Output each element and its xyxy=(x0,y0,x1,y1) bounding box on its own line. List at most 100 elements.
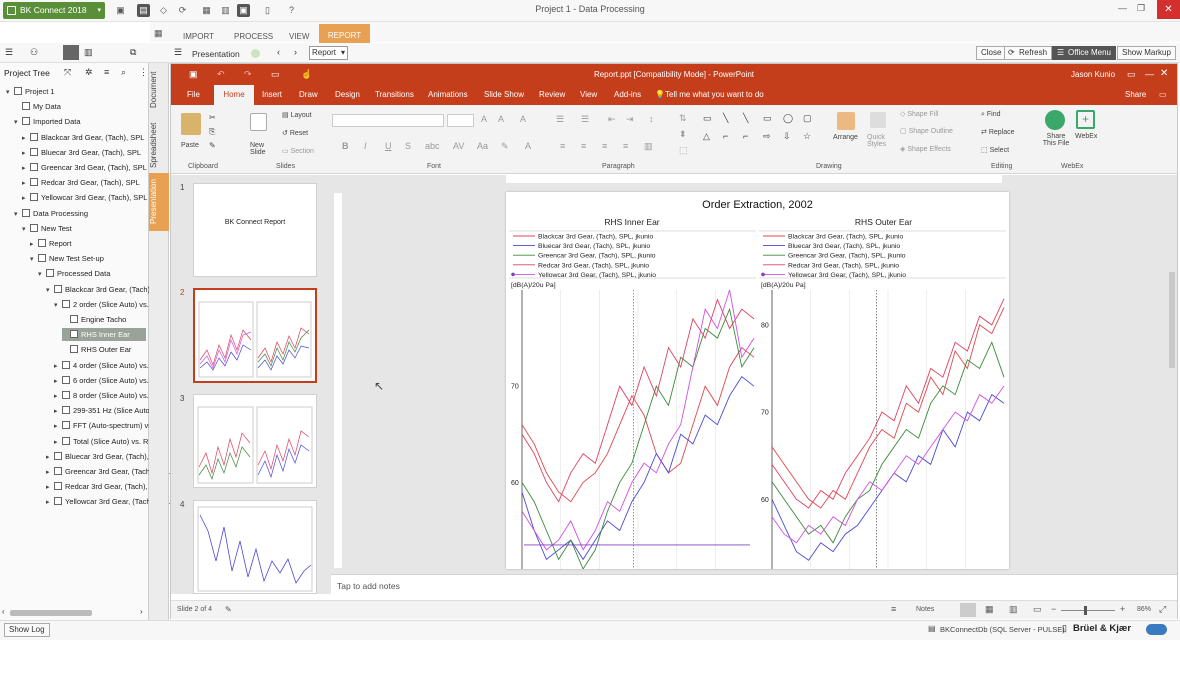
shadow-icon[interactable]: S xyxy=(405,141,411,151)
zoom-level[interactable]: 86% xyxy=(1137,606,1151,613)
tree-item[interactable]: Engine Tacho xyxy=(62,313,126,326)
notes-toggle-icon[interactable]: ≡ xyxy=(891,604,896,614)
chevron-right-icon[interactable]: ▸ xyxy=(46,496,54,509)
vertical-scrollbar[interactable] xyxy=(1169,272,1175,368)
zoom-out-icon[interactable]: − xyxy=(1051,604,1056,614)
zoom-in-icon[interactable]: + xyxy=(1120,604,1125,614)
new-slide-icon[interactable] xyxy=(250,113,267,131)
reading-view-icon[interactable]: ▥ xyxy=(1009,604,1018,615)
shape-arrow-down-icon[interactable]: ⇩ xyxy=(783,131,791,142)
clear-format-icon[interactable]: A xyxy=(520,114,526,124)
show-markup-button[interactable]: Show Markup xyxy=(1117,46,1176,60)
shape-effects-button[interactable]: ◈ Shape Effects xyxy=(900,145,951,153)
fit-slide-icon[interactable]: ⤢ xyxy=(1159,604,1166,615)
justify-icon[interactable]: ≡ xyxy=(623,141,628,151)
shape-rect-icon[interactable]: ▭ xyxy=(703,113,712,124)
layout-button[interactable]: ▤ Layout xyxy=(282,111,312,119)
shape-line-icon[interactable]: ╲ xyxy=(743,113,748,124)
shape-elbow-icon[interactable]: ⌐ xyxy=(723,131,728,141)
pp-tab-transitions[interactable]: Transitions xyxy=(375,90,414,99)
copy-icon[interactable]: ⎘ xyxy=(209,127,215,137)
font-size-input[interactable] xyxy=(447,114,474,127)
hierarchy-icon[interactable]: ⚇ xyxy=(30,47,38,58)
arrange-icon[interactable] xyxy=(837,112,855,130)
pp-tab-addins[interactable]: Add-ins xyxy=(614,90,641,99)
shape-outline-button[interactable]: ▢ Shape Outline xyxy=(900,127,953,135)
align-right-icon[interactable]: ≡ xyxy=(602,141,607,151)
section-button[interactable]: ▭ Section xyxy=(282,147,314,155)
chevron-right-icon[interactable]: ▸ xyxy=(30,238,38,251)
tree-item[interactable]: ▾ New Test Set-up xyxy=(30,252,104,265)
select-button[interactable]: ⬚ Select xyxy=(981,146,1009,154)
text-direction-icon[interactable]: ⇅ xyxy=(679,113,687,124)
tree-item[interactable]: RHS Outer Ear xyxy=(62,343,131,356)
notes-pane[interactable]: Tap to add notes xyxy=(331,574,1177,596)
underline-icon[interactable]: U xyxy=(385,141,392,151)
line-spacing-icon[interactable]: ↕ xyxy=(649,114,654,124)
slide-sorter-icon[interactable]: ▦ xyxy=(985,604,994,615)
font-name-input[interactable] xyxy=(332,114,444,127)
chevron-down-icon[interactable]: ▾ xyxy=(54,299,62,312)
chevron-down-icon[interactable]: ▾ xyxy=(22,223,30,236)
highlight-icon[interactable]: ✎ xyxy=(501,141,509,152)
tree-item[interactable]: ▸ Bluecar 3rd Gear, (Tach), SPL xyxy=(46,450,165,463)
filter-icon[interactable] xyxy=(63,45,79,60)
shape-line-icon[interactable]: ╲ xyxy=(723,113,728,124)
prev-icon[interactable]: ‹ xyxy=(277,47,280,57)
tree-item[interactable]: ▸ Bluecar 3rd Gear, (Tach), SPL xyxy=(22,146,141,159)
chevron-right-icon[interactable]: ▸ xyxy=(22,147,30,160)
chevron-right-icon[interactable]: ▸ xyxy=(22,192,30,205)
tree-item[interactable]: My Data xyxy=(14,100,61,113)
hamburger-icon[interactable]: ☰ xyxy=(174,47,182,58)
normal-view-icon[interactable] xyxy=(960,603,976,617)
bold-icon[interactable]: B xyxy=(342,141,349,151)
tree-item[interactable]: ▸ Greencar 3rd Gear, (Tach), SPL xyxy=(22,161,147,174)
shape-oval-icon[interactable]: ◯ xyxy=(783,113,793,124)
slide-thumbnail-4[interactable] xyxy=(193,500,317,594)
minimize-icon[interactable]: — xyxy=(1145,69,1154,79)
columns-icon[interactable]: ▥ xyxy=(644,141,653,152)
pp-tab-view[interactable]: View xyxy=(580,90,597,99)
grow-font-icon[interactable]: A xyxy=(481,114,487,124)
chevron-right-icon[interactable]: ▸ xyxy=(54,405,62,418)
webex-icon[interactable]: + xyxy=(1076,110,1095,129)
align-left-icon[interactable]: ≡ xyxy=(560,141,565,151)
vtab-spreadsheet[interactable]: Spreadsheet xyxy=(149,115,169,175)
minimize-icon[interactable]: — xyxy=(1118,3,1127,13)
bullets-icon[interactable]: ☰ xyxy=(556,114,564,125)
chevron-right-icon[interactable]: ▸ xyxy=(22,162,30,175)
tree-item[interactable]: ▾ Project 1 xyxy=(6,85,55,98)
format-painter-icon[interactable]: ✎ xyxy=(209,141,216,150)
slide-thumbnail-1[interactable]: BK Connect Report xyxy=(193,183,317,277)
comments-icon[interactable]: ▭ xyxy=(1159,90,1167,99)
pp-tab-insert[interactable]: Insert xyxy=(262,90,282,99)
tab-process[interactable]: PROCESS xyxy=(234,32,273,41)
shape-fill-button[interactable]: ◇ Shape Fill xyxy=(900,110,938,118)
ribbon-display-icon[interactable]: ▭ xyxy=(1127,69,1136,80)
report-select[interactable]: Report ▾ xyxy=(309,46,348,60)
pp-tab-review[interactable]: Review xyxy=(539,90,565,99)
smartart-icon[interactable]: ⬚ xyxy=(679,145,688,156)
tab-import[interactable]: IMPORT xyxy=(183,32,214,41)
tree-item[interactable]: ▾ Imported Data xyxy=(14,115,81,128)
quick-styles-icon[interactable] xyxy=(870,112,886,128)
tree-item[interactable]: ▾ New Test xyxy=(22,222,72,235)
tree-item[interactable]: ▸ Redcar 3rd Gear, (Tach), SPL xyxy=(46,480,164,493)
expand-icon[interactable]: ✲ xyxy=(85,67,93,78)
vtab-presentation[interactable]: Presentation xyxy=(149,173,169,231)
slide-thumbnail-3[interactable] xyxy=(193,394,317,488)
search-icon[interactable]: ⌕ xyxy=(121,67,126,78)
share-file-icon[interactable] xyxy=(1045,110,1065,130)
char-spacing-icon[interactable]: AV xyxy=(453,141,464,151)
tab-view[interactable]: VIEW xyxy=(289,32,309,41)
pp-tab-draw[interactable]: Draw xyxy=(299,90,318,99)
pp-tab-home[interactable]: Home xyxy=(214,85,254,105)
change-case-icon[interactable]: Aa xyxy=(477,141,488,151)
chevron-right-icon[interactable]: ▸ xyxy=(46,451,54,464)
chevron-right-icon[interactable]: ▸ xyxy=(54,375,62,388)
pp-share-button[interactable]: Share xyxy=(1125,90,1146,99)
shape-connector-icon[interactable]: ⌐ xyxy=(743,131,748,141)
tell-me-search[interactable]: Tell me what you want to do xyxy=(665,90,764,99)
align-center-icon[interactable]: ≡ xyxy=(581,141,586,151)
chevron-down-icon[interactable]: ▾ xyxy=(6,86,14,99)
